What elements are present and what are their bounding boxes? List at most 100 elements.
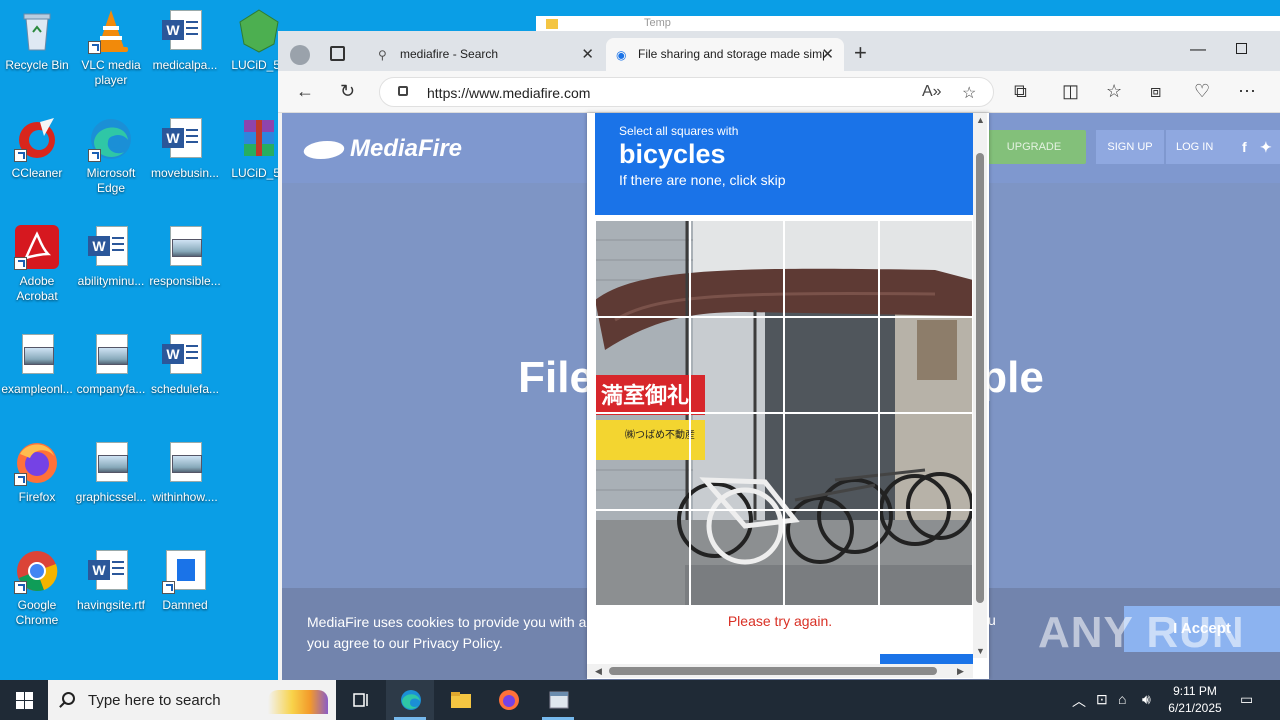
vertical-scroll-thumb[interactable] bbox=[976, 153, 984, 603]
desktop-icon-label: havingsite.rtf bbox=[76, 598, 146, 612]
facebook-icon[interactable]: f bbox=[1242, 130, 1247, 164]
tab-mediafire[interactable]: ◉ File sharing and storage made simple ✕ bbox=[606, 38, 844, 71]
close-tab-icon[interactable]: ✕ bbox=[821, 45, 834, 63]
network-status-icon[interactable]: ⊡ bbox=[1096, 691, 1108, 708]
refresh-icon[interactable]: ↻ bbox=[340, 80, 355, 102]
desktop-icon-label: exampleonl... bbox=[1, 382, 73, 396]
captcha-tile[interactable] bbox=[878, 509, 973, 606]
captcha-challenge: Select all squares with bicycles If ther… bbox=[587, 113, 989, 679]
captcha-tile[interactable] bbox=[878, 316, 973, 413]
captcha-tile[interactable] bbox=[595, 509, 690, 606]
captcha-tile[interactable] bbox=[689, 220, 784, 317]
captcha-tile[interactable] bbox=[784, 509, 879, 606]
desktop-icon-microsoft-edge[interactable]: Microsoft Edge bbox=[74, 116, 148, 196]
verify-button[interactable] bbox=[880, 654, 973, 664]
desktop-icon-label: movebusin... bbox=[150, 166, 220, 180]
captcha-tile[interactable] bbox=[878, 220, 973, 317]
taskbar-firefox[interactable] bbox=[484, 680, 532, 720]
notifications-icon[interactable]: ▭ bbox=[1240, 691, 1253, 708]
read-aloud-icon[interactable]: A» bbox=[922, 83, 942, 101]
twitter-icon[interactable]: ✦ bbox=[1260, 130, 1272, 164]
mediafire-logo[interactable]: MediaFire bbox=[300, 135, 462, 163]
browser-essentials-icon[interactable]: ♡ bbox=[1194, 80, 1210, 102]
captcha-instruction: Select all squares with bbox=[619, 124, 739, 138]
tab-actions-icon[interactable] bbox=[330, 46, 345, 61]
desktop-icon-movebusin[interactable]: W movebusin... bbox=[148, 116, 222, 181]
captcha-tile[interactable] bbox=[689, 316, 784, 413]
captcha-horizontal-scrollbar[interactable]: ◀ ▶ bbox=[587, 664, 973, 678]
desktop-icon-google-chrome[interactable]: Google Chrome bbox=[0, 548, 74, 628]
scroll-left-icon[interactable]: ◀ bbox=[595, 666, 602, 677]
captcha-tile[interactable] bbox=[595, 220, 690, 317]
desktop-icon-responsible[interactable]: responsible... bbox=[148, 224, 222, 289]
start-button[interactable] bbox=[0, 680, 48, 720]
upgrade-button[interactable]: UPGRADE bbox=[982, 130, 1086, 164]
wifi-icon[interactable]: ⌂ bbox=[1118, 691, 1126, 707]
desktop-icon-schedulefa[interactable]: W schedulefa... bbox=[148, 332, 222, 397]
captcha-tile[interactable] bbox=[689, 509, 784, 606]
desktop-icon-recycle-bin[interactable]: Recycle Bin bbox=[0, 8, 74, 73]
captcha-tile[interactable] bbox=[784, 220, 879, 317]
new-tab-icon[interactable]: + bbox=[854, 42, 867, 64]
captcha-tile[interactable] bbox=[784, 413, 879, 510]
chrome-icon bbox=[14, 548, 60, 594]
system-clock[interactable]: 9:11 PM 6/21/2025 bbox=[1160, 683, 1230, 717]
explorer-window-titlebar[interactable]: Temp bbox=[536, 16, 1280, 32]
taskbar-edge[interactable] bbox=[386, 680, 434, 720]
scroll-up-icon[interactable]: ▲ bbox=[976, 115, 985, 125]
desktop-icon-damned[interactable]: Damned bbox=[148, 548, 222, 613]
desktop-icon-vlc[interactable]: VLC media player bbox=[74, 8, 148, 88]
collections-icon[interactable]: ⧈ bbox=[1150, 80, 1161, 102]
image-file-icon bbox=[88, 332, 134, 378]
desktop-icon-firefox[interactable]: Firefox bbox=[0, 440, 74, 505]
taskbar-search-box[interactable]: Type here to search bbox=[48, 680, 336, 720]
desktop-icon-adobe-acrobat[interactable]: Adobe Acrobat bbox=[0, 224, 74, 304]
desktop-icon-exampleonl[interactable]: exampleonl... bbox=[0, 332, 74, 397]
captcha-hint: If there are none, click skip bbox=[619, 172, 786, 188]
captcha-tile[interactable] bbox=[784, 316, 879, 413]
desktop-icon-ccleaner[interactable]: CCleaner bbox=[0, 116, 74, 181]
desktop-icon-label: Adobe Acrobat bbox=[16, 274, 58, 303]
shortcut-arrow-icon bbox=[88, 41, 101, 54]
tab-mediafire-search[interactable]: ⚲ mediafire - Search ✕ bbox=[368, 38, 604, 71]
captcha-vertical-scrollbar[interactable]: ▲ ▼ bbox=[973, 113, 987, 658]
captcha-tile[interactable] bbox=[689, 413, 784, 510]
desktop-icon-havingsite[interactable]: W havingsite.rtf bbox=[74, 548, 148, 613]
desktop-icon-label: withinhow.... bbox=[152, 490, 218, 504]
minimize-icon[interactable]: — bbox=[1190, 41, 1206, 59]
task-view-button[interactable] bbox=[336, 680, 384, 720]
scroll-right-icon[interactable]: ▶ bbox=[957, 666, 964, 677]
desktop-icon-withinhow[interactable]: withinhow.... bbox=[148, 440, 222, 505]
close-tab-icon[interactable]: ✕ bbox=[581, 45, 594, 63]
captcha-tile[interactable] bbox=[878, 413, 973, 510]
scroll-down-icon[interactable]: ▼ bbox=[976, 646, 985, 656]
tab-strip: ⚲ mediafire - Search ✕ ◉ File sharing an… bbox=[278, 31, 1280, 71]
address-bar[interactable]: https://www.mediafire.com A» ☆ bbox=[379, 77, 994, 107]
show-hidden-icons-icon[interactable]: ︿ bbox=[1072, 691, 1086, 711]
taskbar-app-window[interactable] bbox=[534, 680, 582, 720]
maximize-icon[interactable] bbox=[1236, 43, 1247, 54]
volume-icon[interactable]: 🔊︎ bbox=[1142, 691, 1151, 708]
favorites-icon[interactable]: ☆ bbox=[1106, 80, 1122, 102]
captcha-tile[interactable] bbox=[595, 316, 690, 413]
captcha-tile[interactable] bbox=[595, 413, 690, 510]
more-menu-icon[interactable]: ⋯ bbox=[1238, 80, 1256, 102]
windows-logo-icon bbox=[16, 692, 24, 700]
windows-logo-pane bbox=[25, 692, 33, 700]
favorite-star-icon[interactable]: ☆ bbox=[962, 83, 976, 103]
desktop-icon-abilityminu[interactable]: W abilityminu... bbox=[74, 224, 148, 289]
profile-avatar-icon[interactable] bbox=[290, 45, 310, 65]
shortcut-arrow-icon bbox=[14, 473, 27, 486]
cookie-text-fragment: u bbox=[988, 612, 996, 628]
browser-toolbar: ← ↻ https://www.mediafire.com A» ☆ ⧉ ◫ ☆… bbox=[278, 71, 1280, 113]
sign-up-button[interactable]: SIGN UP bbox=[1096, 130, 1164, 164]
horizontal-scroll-thumb[interactable] bbox=[609, 667, 937, 675]
desktop-icon-graphicssel[interactable]: graphicssel... bbox=[74, 440, 148, 505]
log-in-button[interactable]: LOG IN f ✦ bbox=[1166, 130, 1280, 164]
desktop-icon-companyfa[interactable]: companyfa... bbox=[74, 332, 148, 397]
back-icon[interactable]: ← bbox=[296, 80, 314, 102]
desktop-icon-medicalpa[interactable]: W medicalpa... bbox=[148, 8, 222, 73]
split-screen-icon[interactable]: ◫ bbox=[1062, 80, 1079, 102]
extensions-icon[interactable]: ⧉ bbox=[1014, 80, 1027, 102]
taskbar-file-explorer[interactable] bbox=[436, 680, 484, 720]
